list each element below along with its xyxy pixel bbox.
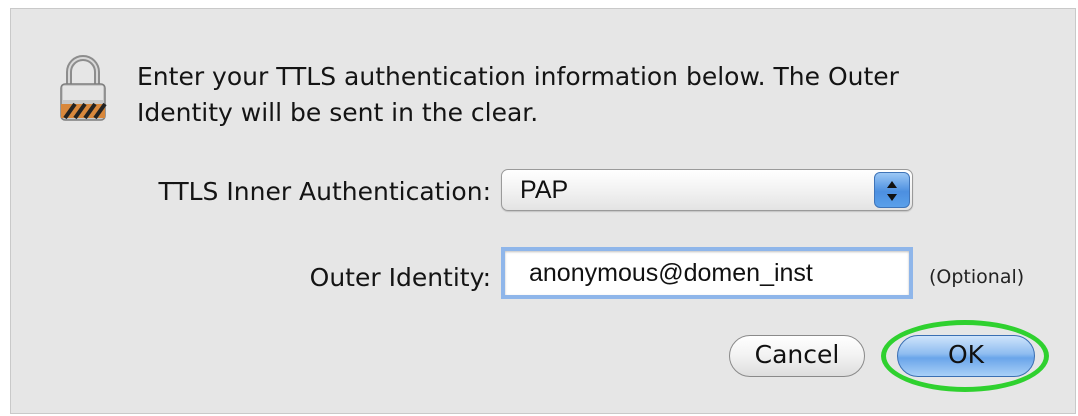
outer-identity-field[interactable] [501,247,913,299]
outer-identity-input[interactable] [505,251,909,295]
dialog-message: Enter your TTLS authentication informati… [137,62,899,127]
inner-auth-value: PAP [520,176,569,204]
inner-auth-popup[interactable]: PAP [501,169,913,211]
inner-auth-label: TTLS Inner Authentication: [158,177,491,206]
ok-button[interactable]: OK [897,335,1035,377]
popup-arrows-icon[interactable] [874,172,910,208]
ttls-dialog: Enter your TTLS authentication informati… [10,8,1076,414]
lock-icon [59,54,107,122]
outer-identity-label: Outer Identity: [309,263,491,292]
optional-note: (Optional) [929,266,1025,288]
cancel-button[interactable]: Cancel [729,335,865,377]
